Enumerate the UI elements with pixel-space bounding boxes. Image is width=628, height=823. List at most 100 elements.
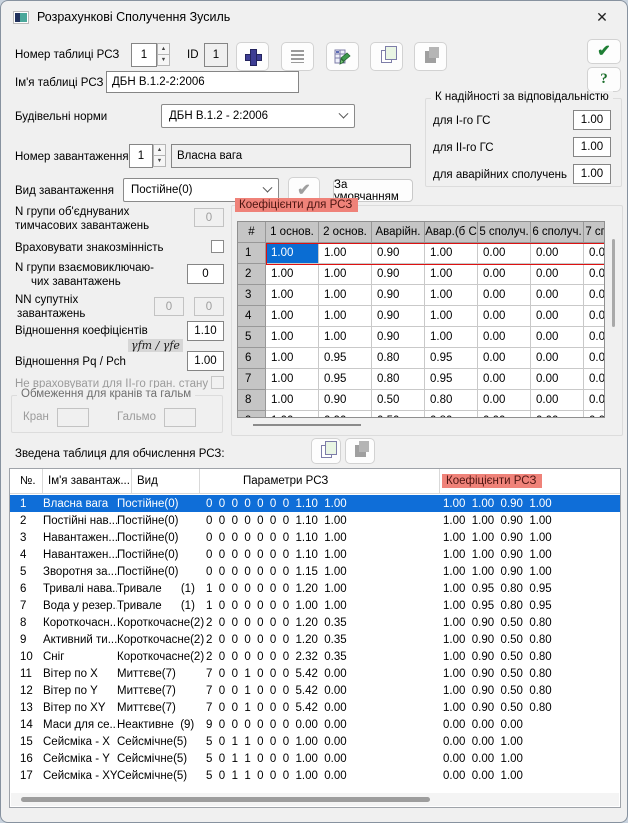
coeff-cell[interactable]: 0.90: [372, 306, 425, 327]
coeff-cell[interactable]: 0.90: [372, 285, 425, 306]
coeff-cell[interactable]: 1.00: [266, 348, 319, 369]
coeff-cell[interactable]: 0.00: [584, 411, 605, 418]
coeff-cell[interactable]: 0.00: [478, 348, 531, 369]
coeff-cell[interactable]: 0.00: [531, 243, 584, 264]
coeff-cell[interactable]: 1.00: [319, 327, 372, 348]
coeff-cell[interactable]: 1.00: [425, 264, 478, 285]
table-row[interactable]: 4Навантажен...Постійне(0)0 0 0 0 0 0 0 1…: [10, 546, 620, 563]
coeff-cell[interactable]: 0.80: [372, 369, 425, 390]
clear-table-button[interactable]: [326, 42, 359, 71]
table-row[interactable]: 14Маси для се...Неактивне (9)9 0 0 0 0 0…: [10, 716, 620, 733]
coeff-cell[interactable]: 0.00: [478, 285, 531, 306]
help-button[interactable]: ?: [587, 67, 621, 92]
row-number-cell[interactable]: 7: [238, 369, 266, 390]
table-row[interactable]: 71.000.950.800.950.000.000.00: [238, 369, 605, 390]
row-number-cell[interactable]: 3: [238, 285, 266, 306]
row-number-cell[interactable]: 4: [238, 306, 266, 327]
table-row[interactable]: 16Сейсміка - YСейсмічне(5)5 0 1 1 0 0 0 …: [10, 750, 620, 767]
scrollbar-thumb[interactable]: [612, 239, 615, 327]
load-number-spinner[interactable]: 1: [129, 144, 153, 168]
exclusive-groups-input[interactable]: 0: [187, 264, 224, 284]
coeff-cell[interactable]: 0.00: [531, 369, 584, 390]
row-number-cell[interactable]: 9: [238, 411, 266, 418]
table-row[interactable]: 13Вітер по XYМиттєве(7)7 0 0 1 0 0 0 5.4…: [10, 699, 620, 716]
coeff-cell[interactable]: 0.00: [478, 390, 531, 411]
coeff-ratio-input[interactable]: 1.10: [187, 321, 224, 341]
coeff-cell[interactable]: 0.80: [425, 411, 478, 418]
coeff-cell[interactable]: 1.00: [266, 327, 319, 348]
norms-select[interactable]: ДБН В.1.2 - 2:2006: [161, 104, 355, 128]
coeff-cell[interactable]: 1.00: [266, 243, 319, 264]
coeff-cell[interactable]: 0.00: [584, 348, 605, 369]
pq-pch-input[interactable]: 1.00: [187, 351, 224, 371]
copy-summary-button[interactable]: [311, 438, 341, 464]
coeff-grid-hscrollbar[interactable]: [241, 421, 603, 429]
coeff-cell[interactable]: 0.50: [372, 390, 425, 411]
paste-table-button[interactable]: [414, 42, 447, 71]
row-number-cell[interactable]: 1: [238, 243, 266, 264]
coeff-cell[interactable]: 0.00: [478, 327, 531, 348]
reliability-value-2[interactable]: 1.00: [573, 137, 611, 157]
table-row[interactable]: 11Вітер по XМиттєве(7)7 0 0 1 0 0 0 5.42…: [10, 665, 620, 682]
table-name-input[interactable]: ДБН В.1.2-2:2006: [106, 71, 299, 93]
spin-down-icon[interactable]: ▼: [157, 54, 170, 66]
coeff-cell[interactable]: 0.00: [531, 306, 584, 327]
table-row[interactable]: 2Постійні нав...Постійне(0)0 0 0 0 0 0 0…: [10, 512, 620, 529]
coeff-grid-vscrollbar[interactable]: [607, 223, 619, 417]
coeff-cell[interactable]: 0.90: [372, 327, 425, 348]
table-row[interactable]: 12Вітер по YМиттєве(7)7 0 0 1 0 0 0 5.42…: [10, 682, 620, 699]
table-row[interactable]: 81.000.900.500.800.000.000.00: [238, 390, 605, 411]
coeff-cell[interactable]: 0.00: [531, 285, 584, 306]
coeff-cell[interactable]: 0.00: [584, 390, 605, 411]
coeff-cell[interactable]: 0.80: [425, 390, 478, 411]
table-row[interactable]: 91.000.900.500.800.000.000.00: [238, 411, 605, 418]
coeff-cell[interactable]: 0.00: [584, 285, 605, 306]
reliability-value-3[interactable]: 1.00: [573, 164, 611, 184]
coeff-cell[interactable]: 0.50: [372, 411, 425, 418]
coeff-cell[interactable]: 0.00: [478, 306, 531, 327]
ok-button[interactable]: ✔: [587, 39, 621, 64]
table-row[interactable]: 11.001.000.901.000.000.000.00: [238, 243, 605, 264]
coeff-cell[interactable]: 1.00: [425, 327, 478, 348]
coeff-cell[interactable]: 1.00: [319, 264, 372, 285]
coeff-cell[interactable]: 1.00: [266, 411, 319, 418]
coeff-cell[interactable]: 0.00: [584, 306, 605, 327]
table-row[interactable]: 9Активний ти...Короткочасне(2)2 0 0 0 0 …: [10, 631, 620, 648]
table-row[interactable]: 15Сейсміка - XСейсмічне(5)5 0 1 1 0 0 0 …: [10, 733, 620, 750]
coeff-cell[interactable]: 0.00: [478, 411, 531, 418]
table-row[interactable]: 31.001.000.901.000.000.000.00: [238, 285, 605, 306]
table-row[interactable]: 3Навантажен...Постійне(0)0 0 0 0 0 0 0 1…: [10, 529, 620, 546]
coeff-cell[interactable]: 0.95: [319, 369, 372, 390]
table-row[interactable]: 21.001.000.901.000.000.000.00: [238, 264, 605, 285]
coeff-cell[interactable]: 0.90: [319, 390, 372, 411]
spin-down-icon[interactable]: ▼: [153, 155, 166, 167]
coeff-cell[interactable]: 1.00: [425, 285, 478, 306]
row-number-cell[interactable]: 6: [238, 348, 266, 369]
list-tables-button[interactable]: [281, 42, 314, 71]
coeff-cell[interactable]: 0.00: [478, 243, 531, 264]
coeff-cell[interactable]: 0.00: [584, 369, 605, 390]
table-row[interactable]: 41.001.000.901.000.000.000.00: [238, 306, 605, 327]
coeff-cell[interactable]: 0.90: [319, 411, 372, 418]
coeff-cell[interactable]: 1.00: [425, 306, 478, 327]
coeff-cell[interactable]: 1.00: [266, 285, 319, 306]
coeff-cell[interactable]: 1.00: [319, 306, 372, 327]
coeff-cell[interactable]: 0.00: [531, 411, 584, 418]
coeff-cell[interactable]: 0.00: [584, 264, 605, 285]
table-row[interactable]: 51.001.000.901.000.000.000.00: [238, 327, 605, 348]
table-row[interactable]: 6Тривалі нава...Тривале (1)1 0 0 0 0 0 0…: [10, 580, 620, 597]
coeff-cell[interactable]: 0.00: [478, 369, 531, 390]
table-row[interactable]: 7Вода у резер...Тривале (1)1 0 0 0 0 0 0…: [10, 597, 620, 614]
sign-alternation-checkbox[interactable]: [211, 240, 224, 253]
coeff-cell[interactable]: 0.90: [372, 243, 425, 264]
reliability-value-1[interactable]: 1.00: [573, 110, 611, 130]
coeff-cell[interactable]: 0.90: [372, 264, 425, 285]
coeff-cell[interactable]: 1.00: [425, 243, 478, 264]
table-row[interactable]: 17Сейсміка - XYСейсмічне(5)5 0 1 1 0 0 0…: [10, 767, 620, 784]
coeff-cell[interactable]: 0.95: [425, 369, 478, 390]
summary-hscrollbar[interactable]: [11, 793, 619, 806]
coeff-cell[interactable]: 1.00: [266, 369, 319, 390]
skip-second-limit-checkbox[interactable]: [211, 376, 224, 389]
coeff-cell[interactable]: 0.00: [531, 348, 584, 369]
row-number-cell[interactable]: 5: [238, 327, 266, 348]
